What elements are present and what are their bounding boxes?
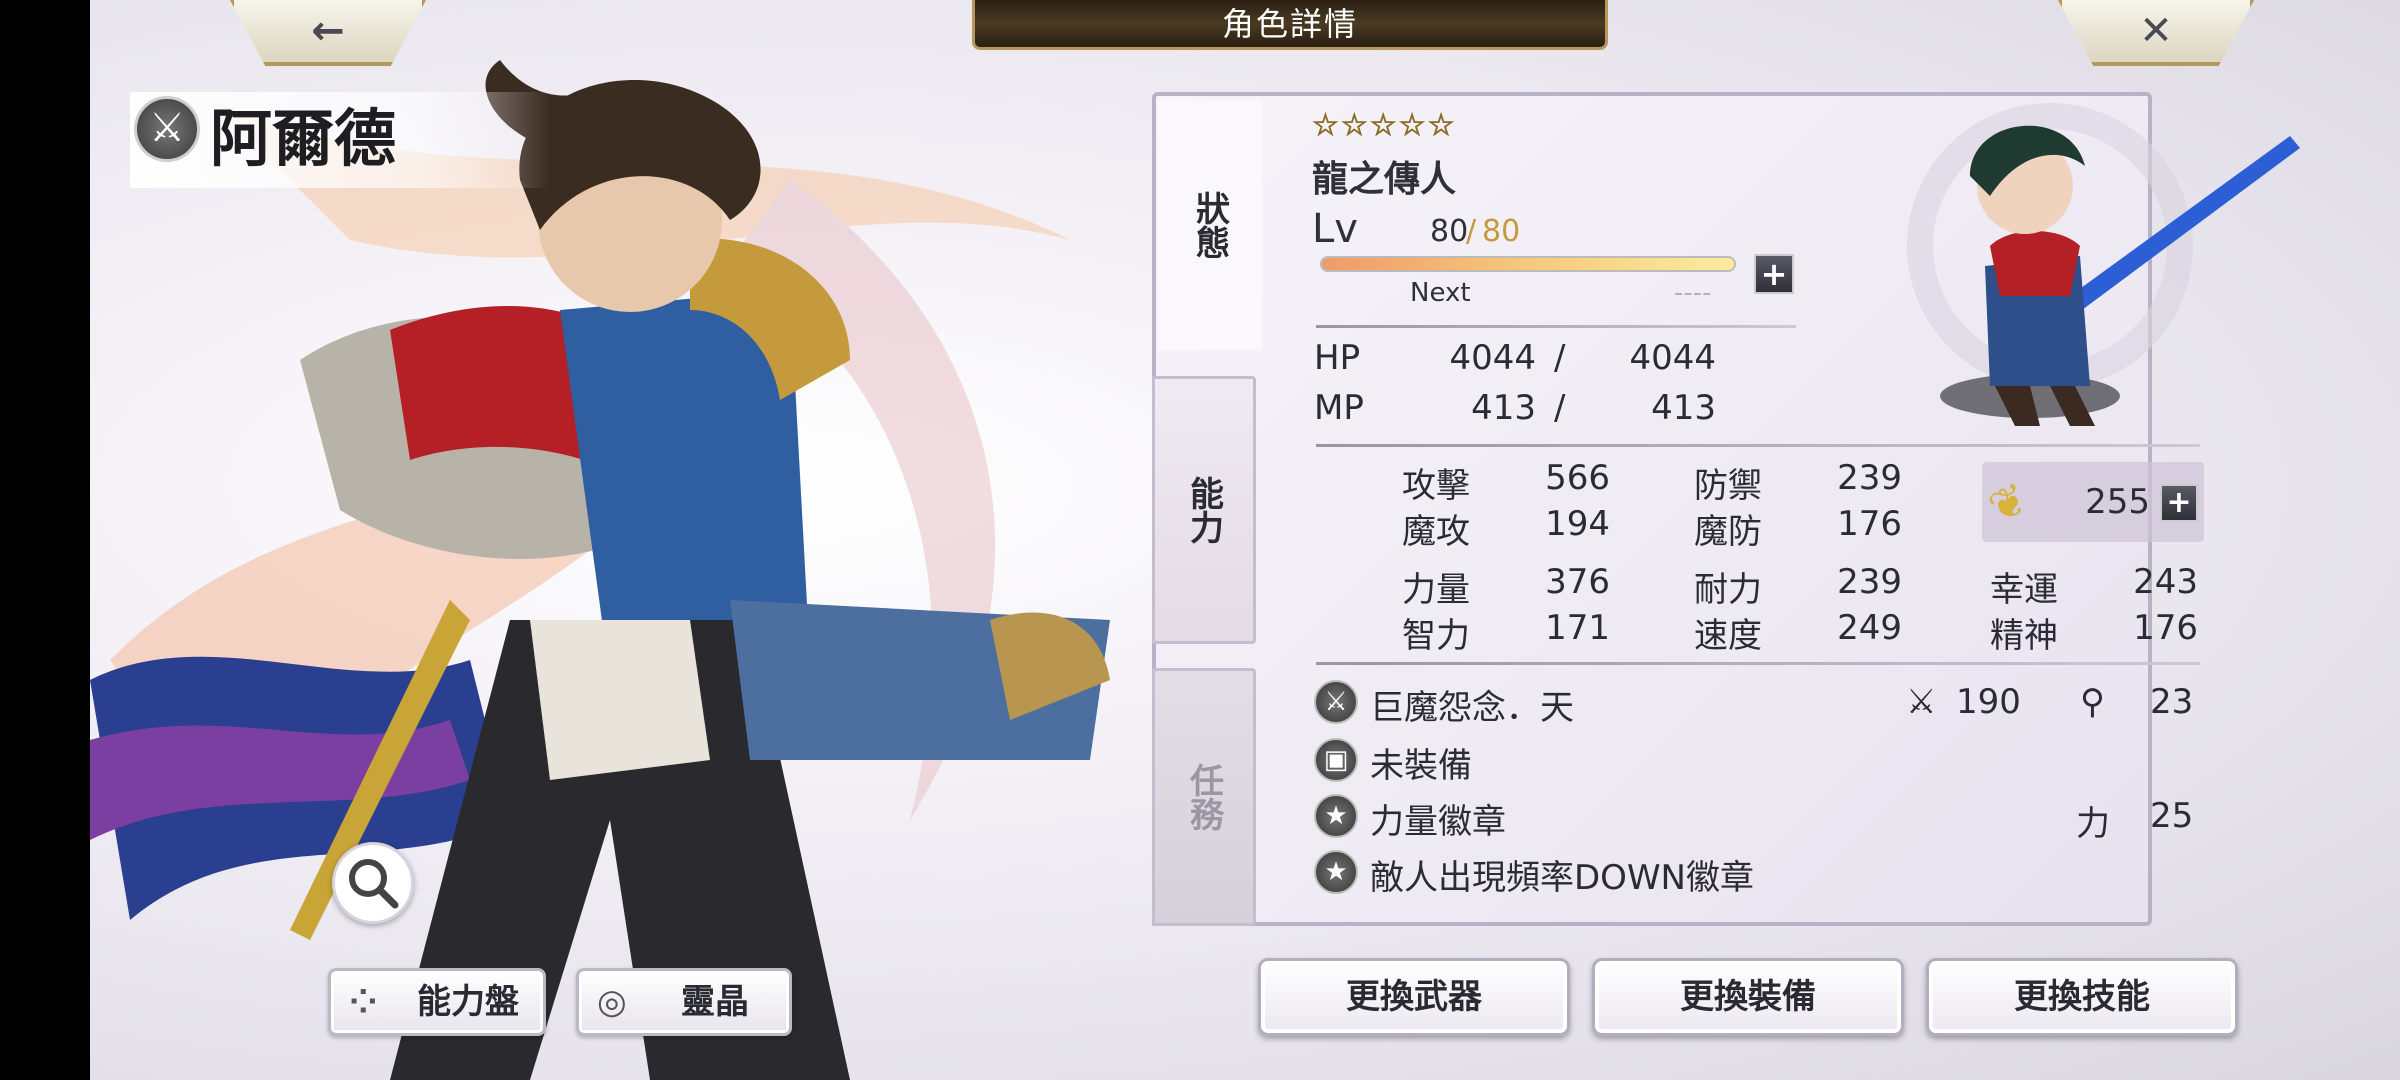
esper-value: 255 bbox=[2085, 482, 2150, 522]
divider bbox=[1316, 662, 2200, 665]
tab-status[interactable]: 狀態 bbox=[1158, 100, 1262, 350]
mind-value: 176 bbox=[2133, 608, 2198, 648]
def-label: 防禦 bbox=[1694, 466, 1762, 506]
character-chibi bbox=[1907, 103, 2300, 426]
arrow-left-icon: ← bbox=[311, 8, 345, 54]
staff-small-icon: ⚲ bbox=[2080, 682, 2105, 722]
grid-dots-icon: ⁘ bbox=[349, 982, 378, 1022]
mag-label: 魔攻 bbox=[1402, 512, 1470, 552]
vit-value: 239 bbox=[1837, 562, 1902, 602]
change-equipment-button[interactable]: 更換裝備 bbox=[1592, 958, 1904, 1036]
level-separator: / bbox=[1466, 214, 1477, 249]
close-icon: ✕ bbox=[2139, 8, 2173, 54]
magnifier-icon bbox=[349, 859, 399, 909]
spr-value: 176 bbox=[1837, 504, 1902, 544]
crystal-icon: ◎ bbox=[597, 982, 627, 1022]
str-value: 376 bbox=[1545, 562, 1610, 602]
change-weapon-button[interactable]: 更換武器 bbox=[1258, 958, 1570, 1036]
weapon-mag-value: 23 bbox=[2150, 682, 2194, 722]
divider bbox=[1316, 444, 2200, 447]
zoom-button[interactable] bbox=[332, 842, 414, 924]
equip-accessory1-name[interactable]: 力量徽章 bbox=[1370, 794, 1506, 843]
job-title: 龍之傳人 bbox=[1312, 159, 1457, 200]
armor-icon: ▣ bbox=[1314, 738, 1358, 782]
screen: ← 角色詳情 ✕ ⚔ 阿爾德 ⁘ 能力盤 ◎ 靈晶 狀態 能力 任務 ☆☆☆☆☆… bbox=[90, 0, 2400, 1080]
badge-icon: ★ bbox=[1314, 850, 1358, 894]
character-name: 阿爾德 bbox=[210, 102, 397, 175]
sword-icon: ⚔ bbox=[1314, 680, 1358, 724]
level-current: 80 bbox=[1430, 214, 1469, 249]
mag-value: 194 bbox=[1545, 504, 1610, 544]
character-illustration bbox=[90, 60, 1110, 1080]
tab-ability-label: 能力 bbox=[1183, 476, 1224, 544]
mind-label: 精神 bbox=[1990, 616, 2058, 656]
equip-accessory2-name[interactable]: 敵人出現頻率DOWN徽章 bbox=[1370, 850, 1754, 899]
sword-icon: ⚔ bbox=[134, 96, 200, 162]
int-label: 智力 bbox=[1402, 616, 1470, 656]
sword-small-icon: ⚔ bbox=[1906, 682, 1937, 722]
hp-label: HP bbox=[1314, 338, 1361, 378]
atk-value: 566 bbox=[1545, 458, 1610, 498]
tab-ability[interactable]: 能力 bbox=[1152, 376, 1256, 644]
mp-current: 413 bbox=[1471, 388, 1536, 428]
tab-quest-label: 任務 bbox=[1183, 763, 1224, 831]
accessory1-bonus-label: 力 bbox=[2076, 804, 2110, 844]
next-label: Next bbox=[1410, 278, 1471, 308]
int-value: 171 bbox=[1545, 608, 1610, 648]
back-button[interactable]: ← bbox=[230, 0, 426, 66]
equip-weapon-name[interactable]: 巨魔怨念．天 bbox=[1370, 680, 1574, 729]
hp-separator: / bbox=[1554, 338, 1566, 378]
close-button[interactable]: ✕ bbox=[2058, 0, 2254, 66]
tab-status-label: 狀態 bbox=[1189, 191, 1230, 259]
hp-current: 4044 bbox=[1449, 338, 1536, 378]
luck-label: 幸運 bbox=[1990, 570, 2058, 610]
exp-bar bbox=[1320, 256, 1736, 272]
def-value: 239 bbox=[1837, 458, 1902, 498]
level-max: 80 bbox=[1482, 214, 1521, 249]
screen-title: 角色詳情 bbox=[972, 0, 1608, 50]
esper-plus-button[interactable]: + bbox=[2160, 484, 2198, 522]
crystal-label: 靈晶 bbox=[681, 982, 749, 1022]
spd-value: 249 bbox=[1837, 608, 1902, 648]
spd-label: 速度 bbox=[1694, 616, 1762, 656]
luck-value: 243 bbox=[2133, 562, 2198, 602]
atk-label: 攻擊 bbox=[1402, 466, 1470, 506]
crystal-button[interactable]: ◎ 靈晶 bbox=[576, 968, 792, 1036]
weapon-atk-value: 190 bbox=[1956, 682, 2021, 722]
mp-label: MP bbox=[1314, 388, 1364, 428]
spr-label: 魔防 bbox=[1694, 512, 1762, 552]
tab-quest[interactable]: 任務 bbox=[1152, 668, 1256, 926]
divider bbox=[1316, 325, 1796, 328]
exp-bar-fill bbox=[1322, 258, 1734, 270]
ability-board-button[interactable]: ⁘ 能力盤 bbox=[328, 968, 546, 1036]
accessory1-bonus-value: 25 bbox=[2150, 796, 2194, 836]
hp-max: 4044 bbox=[1629, 338, 1716, 378]
vit-label: 耐力 bbox=[1694, 570, 1762, 610]
next-value: ---- bbox=[1674, 278, 1712, 308]
equip-armor-name[interactable]: 未裝備 bbox=[1370, 738, 1472, 787]
level-label: Lv bbox=[1312, 206, 1358, 252]
ability-board-label: 能力盤 bbox=[417, 982, 519, 1022]
mp-max: 413 bbox=[1651, 388, 1716, 428]
mp-separator: / bbox=[1554, 388, 1566, 428]
change-skill-button[interactable]: 更換技能 bbox=[1926, 958, 2238, 1036]
str-label: 力量 bbox=[1402, 570, 1470, 610]
badge-icon: ★ bbox=[1314, 794, 1358, 838]
level-up-button[interactable]: + bbox=[1754, 254, 1794, 294]
rarity-stars: ☆☆☆☆☆ bbox=[1311, 108, 1457, 144]
